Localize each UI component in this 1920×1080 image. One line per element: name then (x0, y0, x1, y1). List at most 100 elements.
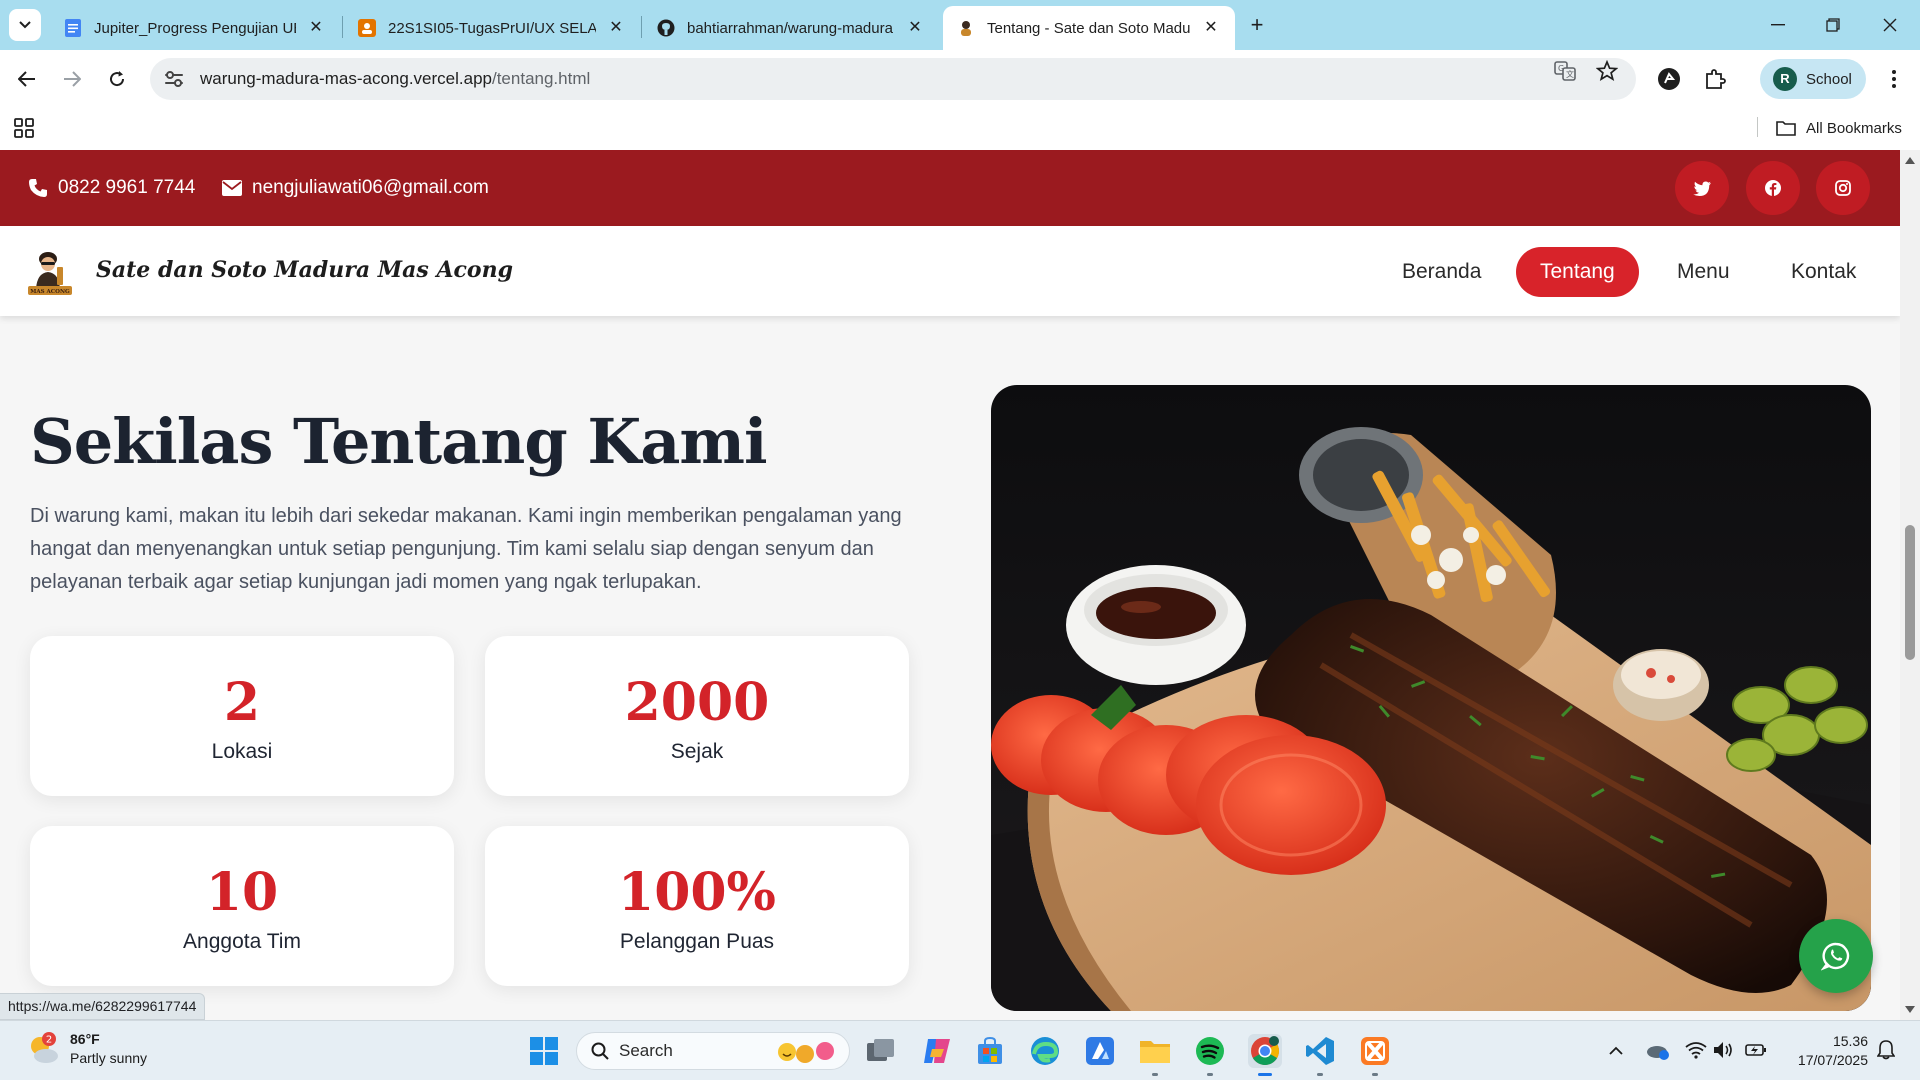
twitter-link[interactable] (1675, 161, 1729, 215)
svg-text:文: 文 (1566, 69, 1574, 79)
translate-button[interactable]: G文 (1552, 58, 1578, 84)
close-icon[interactable]: ✕ (1201, 18, 1221, 38)
speaker-icon (1714, 1042, 1732, 1058)
stat-value: 10 (205, 862, 279, 923)
folder-icon (1140, 1041, 1170, 1063)
about-paragraph: Di warung kami, makan itu lebih dari sek… (30, 505, 902, 593)
all-bookmarks-button[interactable]: All Bookmarks (1776, 114, 1902, 142)
email-address: nengjuliawati06@gmail.com (252, 177, 489, 198)
stat-card: 2 Lokasi (30, 636, 454, 796)
running-indicator (1152, 1073, 1158, 1076)
spotify-icon (1196, 1037, 1224, 1065)
weather-widget[interactable]: 2 86°F Partly sunny (26, 1030, 147, 1068)
apps-grid-icon[interactable] (14, 118, 34, 138)
bookmark-star-button[interactable] (1594, 58, 1620, 84)
start-button[interactable] (527, 1034, 561, 1068)
weather-badge: 2 (46, 1035, 52, 1046)
spotify-app[interactable] (1193, 1034, 1227, 1076)
profile-name: School (1806, 70, 1852, 88)
defender-tray[interactable] (1646, 1037, 1670, 1063)
edge-icon (1031, 1037, 1059, 1065)
tab-github[interactable]: bahtiarrahman/warung-madura ✕ (643, 6, 939, 50)
task-view-button[interactable] (864, 1034, 898, 1068)
browser-menu-button[interactable] (1879, 64, 1909, 94)
scroll-up-arrow[interactable] (1904, 154, 1916, 166)
reload-button[interactable] (102, 64, 132, 94)
copilot-app[interactable] (920, 1034, 954, 1068)
site-settings-icon[interactable] (162, 67, 186, 91)
forward-button[interactable] (57, 64, 87, 94)
file-explorer-app[interactable] (1138, 1034, 1172, 1076)
extensions-menu-button[interactable] (1700, 64, 1730, 94)
close-icon[interactable]: ✕ (606, 18, 626, 38)
window-close-button[interactable] (1872, 10, 1908, 40)
tab-docs[interactable]: Jupiter_Progress Pengujian UEQ ✕ (50, 6, 340, 50)
bookmarks-divider (1757, 117, 1758, 137)
battery-icon (1745, 1044, 1766, 1056)
browser-tab-strip: Jupiter_Progress Pengujian UEQ ✕ 22S1SI0… (0, 0, 1920, 50)
brand-logo[interactable]: MAS ACONG (24, 245, 76, 297)
arrow-left-icon (18, 71, 35, 87)
nav-link-tentang[interactable]: Tentang (1516, 247, 1639, 297)
phone-contact[interactable]: 0822 9961 7744 (28, 174, 195, 202)
chevron-up-icon (1609, 1046, 1623, 1055)
scroll-down-arrow[interactable] (1904, 1004, 1916, 1016)
whatsapp-button[interactable] (1799, 919, 1873, 993)
nav-link-menu[interactable]: Menu (1653, 247, 1754, 297)
scrollbar-thumb[interactable] (1905, 525, 1915, 660)
tab-title: Jupiter_Progress Pengujian UEQ (94, 19, 296, 37)
site-logo-icon (957, 19, 975, 37)
volume-tray[interactable] (1712, 1037, 1736, 1063)
translate-icon: G文 (1554, 61, 1576, 81)
close-icon[interactable]: ✕ (306, 18, 326, 38)
instagram-icon (1835, 180, 1851, 196)
nav-link-beranda[interactable]: Beranda (1378, 247, 1505, 297)
food-photo (991, 385, 1871, 1011)
phone-icon (28, 178, 48, 198)
back-button[interactable] (12, 64, 42, 94)
star-icon (1596, 60, 1618, 82)
chrome-app[interactable] (1248, 1034, 1282, 1076)
windows-logo-icon (530, 1037, 558, 1065)
windows-taskbar: 2 86°F Partly sunny Search 15.36 17/07/2… (0, 1020, 1920, 1080)
taskbar-search[interactable]: Search (576, 1032, 850, 1070)
azure-data-app[interactable] (1083, 1034, 1117, 1068)
chevron-down-icon (19, 21, 31, 29)
brand-name[interactable]: Sate dan Soto Madura Mas Acong (96, 257, 513, 283)
close-icon[interactable]: ✕ (905, 18, 925, 38)
extension-button[interactable] (1654, 64, 1684, 94)
instagram-link[interactable] (1816, 161, 1870, 215)
profile-chip[interactable]: R School (1760, 59, 1866, 99)
battery-tray[interactable] (1744, 1037, 1768, 1063)
vscode-icon (1306, 1037, 1334, 1065)
cloud-shield-icon (1647, 1046, 1669, 1060)
url-text: warung-madura-mas-acong.vercel.app/tenta… (200, 69, 590, 89)
microsoft-store-app[interactable] (973, 1034, 1007, 1068)
system-clock[interactable]: 15.36 17/07/2025 (1786, 1032, 1868, 1070)
clock-time: 15.36 (1832, 1033, 1868, 1049)
email-contact[interactable]: nengjuliawati06@gmail.com (222, 174, 489, 202)
nav-link-kontak[interactable]: Kontak (1767, 247, 1880, 297)
address-bar[interactable]: warung-madura-mas-acong.vercel.app/tenta… (150, 58, 1636, 100)
xampp-app[interactable] (1358, 1034, 1392, 1076)
all-bookmarks-label: All Bookmarks (1806, 119, 1902, 137)
edge-app[interactable] (1028, 1034, 1062, 1068)
tab-search-button[interactable] (9, 9, 41, 41)
notifications-button[interactable] (1874, 1037, 1898, 1063)
tab-active-tentang[interactable]: Tentang - Sate dan Soto Madura ✕ (943, 6, 1235, 50)
show-hidden-icons-button[interactable] (1604, 1037, 1628, 1063)
restore-button[interactable] (1815, 10, 1851, 40)
partly-sunny-icon: 2 (31, 1032, 58, 1063)
arrow-right-icon (64, 71, 81, 87)
wifi-tray[interactable] (1684, 1037, 1708, 1063)
browser-toolbar: warung-madura-mas-acong.vercel.app/tenta… (0, 50, 1920, 108)
vscode-app[interactable] (1303, 1034, 1337, 1076)
minimize-button[interactable] (1760, 10, 1796, 40)
facebook-icon (1765, 180, 1781, 196)
search-label: Search (619, 1041, 673, 1060)
new-tab-button[interactable]: + (1244, 12, 1270, 38)
contact-topbar: 0822 9961 7744 nengjuliawati06@gmail.com (0, 150, 1900, 226)
close-icon (1883, 18, 1897, 32)
tab-classroom[interactable]: 22S1SI05-TugasPrUI/UX SELASA ✕ (344, 6, 640, 50)
facebook-link[interactable] (1746, 161, 1800, 215)
